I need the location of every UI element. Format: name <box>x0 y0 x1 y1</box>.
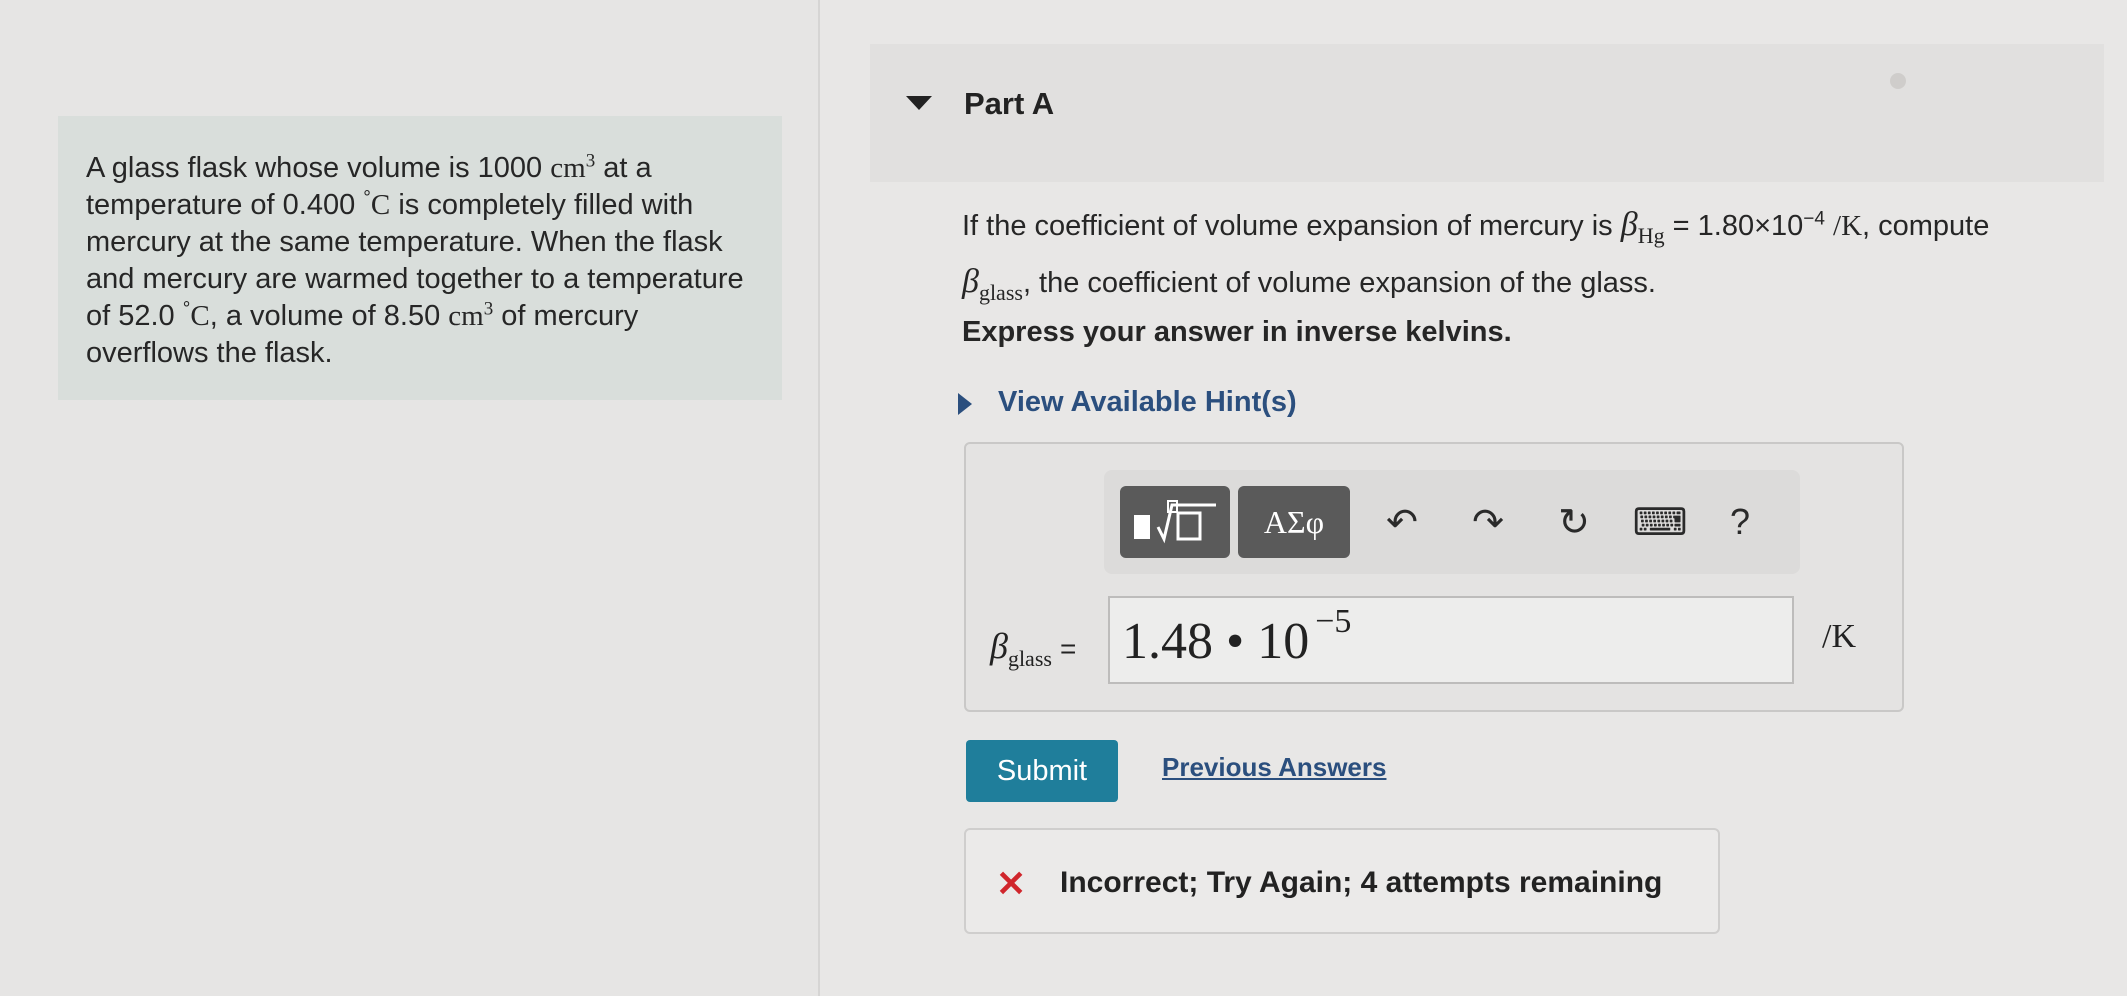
problem-statement: A glass flask whose volume is 1000 cm3 a… <box>58 116 782 400</box>
redo-icon[interactable]: ↷ <box>1462 496 1514 548</box>
templates-icon <box>1134 500 1216 544</box>
part-header[interactable] <box>870 44 2104 182</box>
greek-symbols-button[interactable]: ΑΣφ <box>1238 486 1350 558</box>
answer-variable-label: βglass = <box>990 626 1077 672</box>
part-title[interactable]: Part A <box>964 86 1054 122</box>
collapse-caret-icon[interactable] <box>906 96 932 110</box>
beta-hg: βHg <box>1620 206 1665 248</box>
submit-button[interactable]: Submit <box>966 740 1118 802</box>
math-toolbar: ΑΣφ ↶ ↷ ↻ ⌨ ? <box>1104 470 1800 574</box>
question-text: If the coefficient of volume expansion o… <box>962 206 1990 305</box>
templates-button[interactable] <box>1120 486 1230 558</box>
view-hints-link[interactable]: View Available Hint(s) <box>998 386 1297 419</box>
answer-input[interactable]: 1.48 • 10 −5 <box>1108 596 1794 684</box>
feedback-message: Incorrect; Try Again; 4 attempts remaini… <box>1060 866 1663 899</box>
keyboard-icon[interactable]: ⌨ <box>1633 496 1688 548</box>
previous-answers-link[interactable]: Previous Answers <box>1162 752 1386 783</box>
status-dot-icon <box>1890 73 1906 89</box>
hint-caret-icon[interactable] <box>958 393 972 415</box>
answer-unit: /K <box>1822 618 1856 655</box>
incorrect-x-icon: ✕ <box>996 863 1027 904</box>
help-icon[interactable]: ? <box>1714 496 1766 548</box>
reset-icon[interactable]: ↻ <box>1548 496 1600 548</box>
answer-instruction: Express your answer in inverse kelvins. <box>962 316 1512 348</box>
beta-glass: βglass <box>962 262 1023 305</box>
undo-icon[interactable]: ↶ <box>1376 496 1428 548</box>
